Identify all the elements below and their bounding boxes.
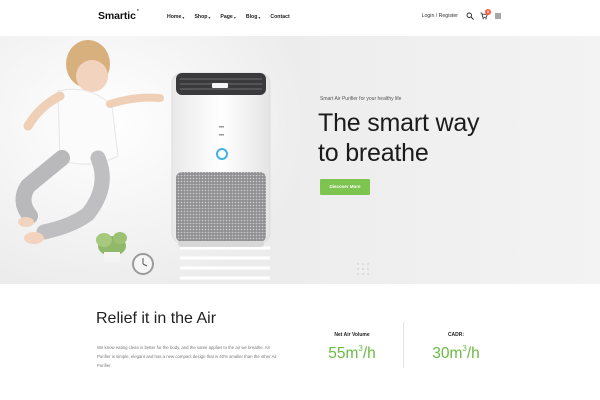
stat-value: 30m3/h <box>432 344 480 363</box>
hero-headline: The smart way to breathe <box>318 108 558 168</box>
chevron-down-icon: ▾ <box>258 14 261 20</box>
main-nav: Home ▾ Shop ▾ Page ▾ Blog ▾ Contact <box>167 14 290 20</box>
stat-label: CADR: <box>447 332 465 338</box>
stat-value: 55m3/h <box>328 344 376 363</box>
hero-tagline: Smart Air Purifier for your healthy life <box>320 96 402 102</box>
stat-label: Net Air Volume <box>334 332 370 338</box>
login-register-link[interactable]: Login / Register <box>422 13 458 19</box>
site-header: Smartic° Home ▾ Shop ▾ Page ▾ Blog ▾ Contact… <box>0 0 600 36</box>
hero-section: Smart Air Purifier for your healthy life… <box>0 36 600 284</box>
dots-decoration <box>357 263 369 275</box>
discover-more-button[interactable]: Discover More <box>320 179 370 195</box>
nav-item-blog[interactable]: Blog ▾ <box>246 14 261 20</box>
search-icon[interactable] <box>466 12 474 20</box>
menu-icon[interactable] <box>494 12 502 20</box>
nav-item-contact[interactable]: Contact <box>270 14 289 20</box>
relief-title: Relief it in the Air <box>96 310 217 327</box>
hero-headline-line-1: The smart way <box>318 109 480 137</box>
header-utilities: Login / Register 0 <box>422 9 502 20</box>
nav-item-shop[interactable]: Shop ▾ <box>194 14 210 20</box>
cart-count-badge: 0 <box>485 9 491 15</box>
hero-image-child-and-air-purifier <box>0 36 300 284</box>
stat-divider <box>403 322 404 368</box>
relief-description: We know eating clean is better for the b… <box>97 345 277 368</box>
nav-item-page[interactable]: Page ▾ <box>220 14 235 20</box>
nav-item-home[interactable]: Home ▾ <box>167 14 184 20</box>
cart-icon[interactable]: 0 <box>480 9 491 20</box>
logo[interactable]: Smartic° <box>98 9 139 23</box>
chevron-down-icon: ▾ <box>233 14 236 20</box>
stat-cadr: CADR: 30m3/h <box>416 332 496 363</box>
chevron-down-icon: ▾ <box>208 14 211 20</box>
chevron-down-icon: ▾ <box>182 14 185 20</box>
stat-net-air-volume: Net Air Volume 55m3/h <box>312 332 392 363</box>
hero-headline-line-2: to breathe <box>318 139 429 167</box>
